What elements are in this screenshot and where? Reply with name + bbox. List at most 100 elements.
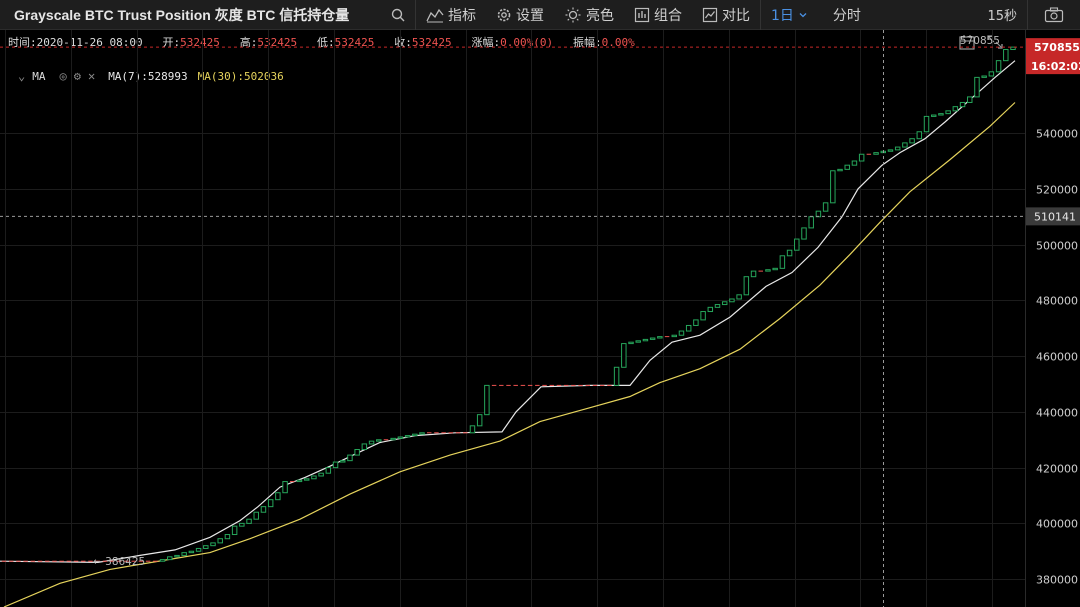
- chart-grid: [0, 30, 1025, 607]
- ma30-path: [3, 102, 1016, 607]
- candle: [873, 152, 879, 155]
- candle: [721, 301, 728, 306]
- candle: [174, 554, 180, 558]
- candle: [916, 131, 923, 140]
- candle: [974, 76, 980, 98]
- y-tick-label: 500000: [1036, 240, 1078, 253]
- top-toolbar: Grayscale BTC Trust Position 灰度 BTC 信托持仓…: [0, 0, 1080, 30]
- candle: [361, 443, 368, 451]
- candle: [981, 75, 987, 78]
- candle: [714, 304, 721, 308]
- candle: [995, 60, 1002, 73]
- theme-button[interactable]: 亮色: [554, 0, 624, 30]
- min-price-label: ← 386425: [93, 556, 145, 568]
- indicators-icon: [426, 8, 444, 22]
- candle: [253, 511, 259, 520]
- y-tick-label: 440000: [1036, 407, 1078, 420]
- candle: [224, 534, 231, 540]
- candle: [159, 559, 166, 562]
- compare-label: 对比: [722, 7, 750, 24]
- compose-icon: [634, 7, 650, 22]
- candle: [967, 96, 973, 103]
- candle: [671, 334, 677, 338]
- candle: [397, 436, 404, 439]
- candle: [469, 425, 476, 434]
- candle: [311, 475, 317, 480]
- candle: [635, 340, 641, 343]
- candle: [484, 384, 490, 416]
- y-tick-label: 420000: [1036, 463, 1078, 476]
- interval-dropdown[interactable]: 1日: [761, 0, 823, 30]
- ma30-line: [3, 102, 1016, 607]
- compare-icon: [702, 7, 718, 22]
- symbol-search[interactable]: Grayscale BTC Trust Position 灰度 BTC 信托持仓…: [0, 0, 416, 30]
- candles: [1, 46, 1016, 562]
- candle: [368, 440, 375, 445]
- y-tick-label: 540000: [1036, 128, 1078, 141]
- screenshot-button[interactable]: [1028, 0, 1080, 30]
- candle: [765, 269, 771, 272]
- candle: [707, 306, 714, 313]
- camera-icon: [1044, 6, 1064, 22]
- candle: [376, 439, 382, 442]
- candle: [642, 338, 649, 342]
- candle: [390, 437, 396, 441]
- theme-label: 亮色: [586, 7, 614, 24]
- settings-button[interactable]: 设置: [486, 0, 554, 30]
- ma7-path: [0, 60, 1016, 564]
- candle: [231, 525, 238, 536]
- compose-button[interactable]: 组合: [624, 0, 692, 30]
- compare-button[interactable]: 对比: [692, 0, 760, 30]
- settings-label: 设置: [516, 7, 544, 24]
- candle: [700, 311, 706, 321]
- candle: [693, 319, 699, 326]
- candle: [930, 114, 937, 117]
- candle: [649, 337, 656, 340]
- candle: [808, 216, 814, 229]
- candlestick-chart[interactable]: 570855 ← 386425 380000 400000 420000 440000 4…: [0, 30, 1080, 607]
- candle: [167, 556, 173, 561]
- candle: [902, 142, 908, 148]
- last-price-value: 570855: [1034, 41, 1080, 54]
- y-tick-label: 380000: [1036, 574, 1078, 587]
- candle: [318, 472, 324, 477]
- chart-overlay: 570855 ← 386425: [0, 30, 1025, 607]
- y-tick-label: 400000: [1036, 518, 1078, 531]
- indicators-button[interactable]: 指标: [416, 0, 486, 30]
- candle: [858, 153, 865, 162]
- candle: [938, 113, 944, 116]
- refresh-interval[interactable]: 15秒: [977, 0, 1027, 30]
- candle: [181, 552, 187, 556]
- candle: [195, 547, 202, 552]
- candle: [325, 467, 332, 474]
- candle: [260, 506, 267, 513]
- candle: [239, 522, 245, 527]
- candle: [613, 366, 620, 386]
- y-tick-label: 520000: [1036, 184, 1078, 197]
- candle: [750, 270, 757, 278]
- candle: [923, 115, 930, 133]
- crosshair-value: 510141: [1034, 210, 1076, 223]
- candle: [736, 294, 742, 300]
- search-icon[interactable]: [391, 8, 405, 22]
- indicators-label: 指标: [448, 7, 476, 24]
- interval-day-label: 1日: [771, 7, 794, 24]
- candle: [945, 110, 951, 115]
- symbol-name: Grayscale BTC Trust Position 灰度 BTC 信托持仓…: [14, 6, 350, 23]
- candle: [685, 324, 692, 332]
- candle: [952, 106, 959, 112]
- countdown-value: 16:02:02: [1031, 60, 1080, 73]
- candle: [894, 146, 901, 151]
- candle: [282, 481, 288, 494]
- interval-minute-button[interactable]: 分时: [823, 0, 871, 30]
- candle: [678, 330, 685, 336]
- candle: [988, 71, 995, 77]
- candle: [830, 170, 836, 204]
- candle: [340, 460, 346, 463]
- candle: [354, 449, 360, 456]
- candle: [794, 238, 800, 251]
- candle: [628, 341, 634, 345]
- candle: [729, 298, 735, 303]
- candle: [959, 101, 966, 108]
- candle: [851, 160, 858, 166]
